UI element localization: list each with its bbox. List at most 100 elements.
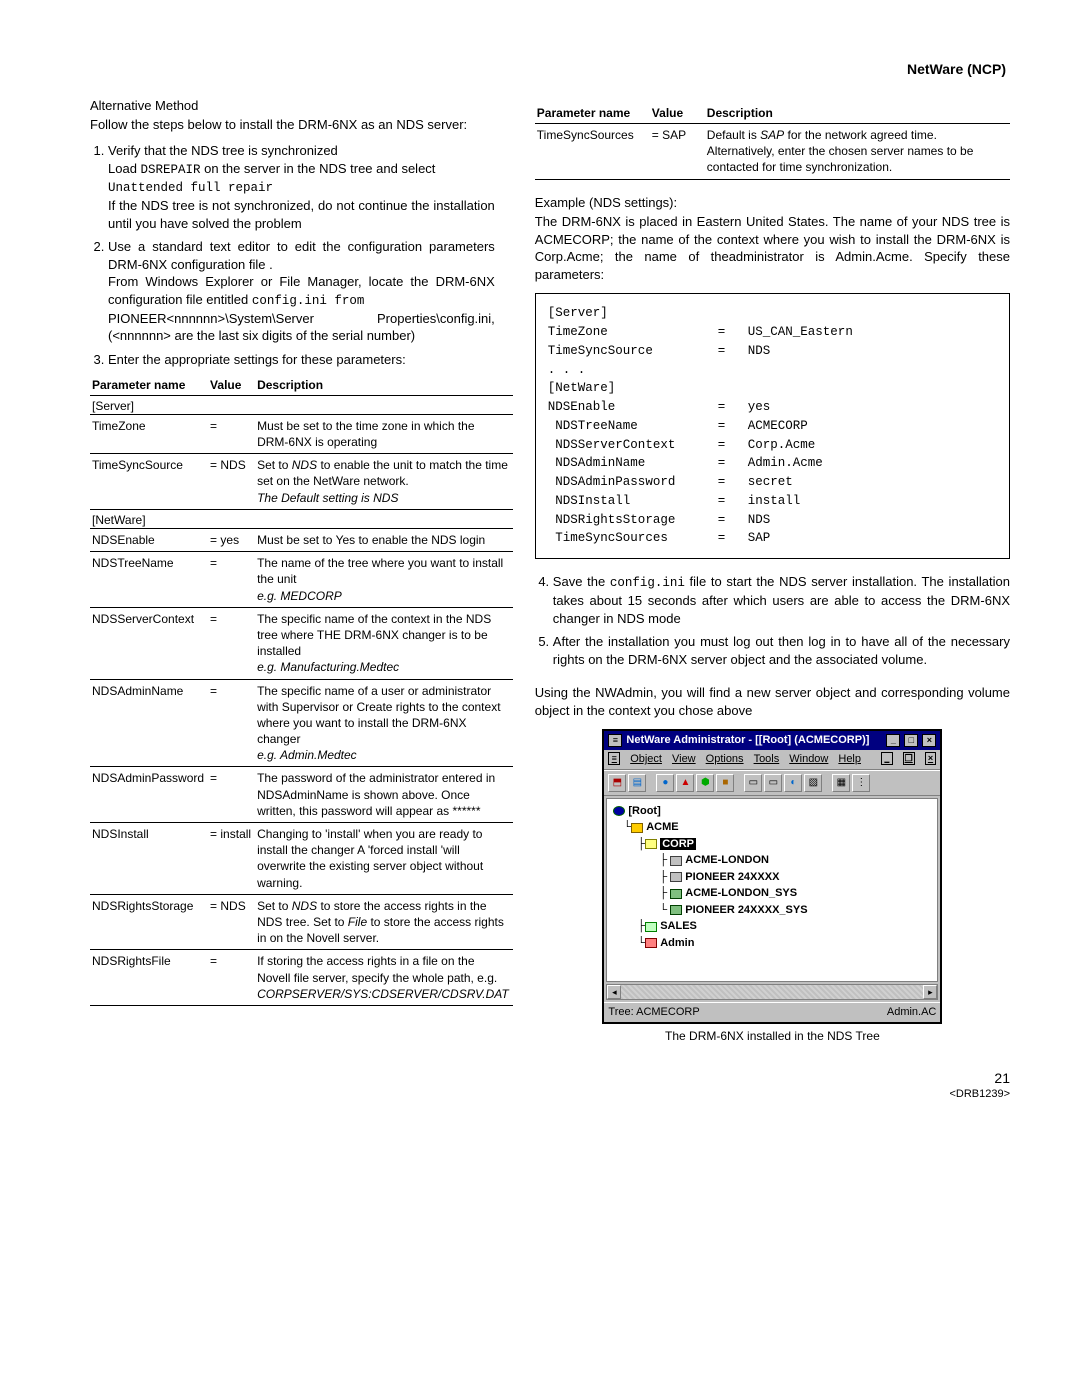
scroll-right-icon[interactable]: ▸ — [923, 985, 937, 999]
menu-tools[interactable]: Tools — [754, 752, 780, 767]
example-value: secret — [748, 473, 997, 492]
child-restore-icon[interactable]: ❐ — [903, 752, 915, 765]
row-ndstreename: NDSTreeName = The name of the tree where… — [90, 552, 513, 608]
toolbar-btn[interactable]: ⬒ — [608, 774, 626, 792]
step-2c: PIONEER<nnnnnn>\System\Server Properties… — [108, 311, 495, 344]
volume-icon — [670, 905, 682, 915]
row-timesyncsources: TimeSyncSources = SAP Default is SAP for… — [535, 124, 1010, 180]
row-ndsinstall: NDSInstall = install Changing to 'instal… — [90, 823, 513, 895]
step-1-line2-post: on the server in the NDS tree and select — [201, 161, 436, 176]
example-equals: = — [718, 492, 748, 511]
toolbar-btn[interactable]: ▤ — [628, 774, 646, 792]
desc-part: The specific name of the context in the … — [257, 612, 491, 658]
example-value: Admin.Acme — [748, 454, 997, 473]
example-key: NDSRightsStorage — [548, 511, 718, 530]
child-system-menu-icon[interactable]: ≡ — [608, 752, 620, 765]
example-row: TimeSyncSources=SAP — [548, 529, 997, 548]
menu-object[interactable]: Object — [630, 752, 662, 767]
doc-id: <DRB1239> — [90, 1087, 1010, 1102]
tree-item[interactable]: ├ PIONEER 24XXXX — [613, 869, 931, 886]
cell-name: NDSTreeName — [90, 552, 208, 608]
minimize-icon[interactable]: _ — [886, 734, 900, 747]
cell-desc: The specific name of a user or administr… — [255, 679, 513, 767]
scroll-track[interactable] — [621, 985, 923, 999]
nwa-titlebar: ≡ NetWare Administrator - [[Root] (ACMEC… — [604, 731, 940, 750]
tree-item[interactable]: └ PIONEER 24XXXX_SYS — [613, 902, 931, 919]
cell-desc: Set to NDS to enable the unit to match t… — [255, 454, 513, 510]
child-minimize-icon[interactable]: _ — [881, 752, 893, 765]
scroll-left-icon[interactable]: ◂ — [607, 985, 621, 999]
example-value: ACMECORP — [748, 417, 997, 436]
desc-italic: File — [348, 915, 367, 929]
row-timesyncsource: TimeSyncSource = NDS Set to NDS to enabl… — [90, 454, 513, 510]
toolbar-btn[interactable]: ▲ — [676, 774, 694, 792]
install-steps-cont: Save the config.ini file to start the ND… — [535, 573, 1010, 668]
toolbar-btn[interactable]: ◐ — [784, 774, 802, 792]
menu-view[interactable]: View — [672, 752, 696, 767]
nwa-hscrollbar[interactable]: ◂ ▸ — [606, 984, 938, 1000]
tree-root[interactable]: [Root] — [613, 803, 931, 820]
cell-desc: The password of the administrator entere… — [255, 767, 513, 823]
tree-org[interactable]: └ACME — [613, 819, 931, 836]
left-param-table: Parameter name Value Description [Server… — [90, 375, 513, 1006]
system-menu-icon[interactable]: ≡ — [608, 734, 622, 747]
example-heading: Example (NDS settings): — [535, 194, 1010, 212]
tree-usr-label: Admin — [660, 937, 694, 949]
cell-val: = — [208, 950, 255, 1006]
ex-sect-netware: [NetWare] — [548, 379, 997, 398]
menu-window[interactable]: Window — [789, 752, 828, 767]
tree-grp[interactable]: ├SALES — [613, 918, 931, 935]
toolbar-btn[interactable]: ▭ — [764, 774, 782, 792]
tree-item[interactable]: ├ ACME-LONDON_SYS — [613, 885, 931, 902]
example-equals: = — [718, 323, 748, 342]
example-value: US_CAN_Eastern — [748, 323, 997, 342]
toolbar-btn[interactable]: ■ — [716, 774, 734, 792]
maximize-icon[interactable]: □ — [904, 734, 918, 747]
tree-org-label: ACME — [646, 821, 678, 833]
menu-help[interactable]: Help — [838, 752, 861, 767]
toolbar-btn[interactable]: ⬢ — [696, 774, 714, 792]
step-4: Save the config.ini file to start the ND… — [553, 573, 1010, 627]
server-icon — [670, 872, 682, 882]
toolbar-btn[interactable]: ⋮ — [852, 774, 870, 792]
desc-italic: e.g. Manufacturing.Medtec — [257, 660, 399, 674]
example-key: NDSServerContext — [548, 436, 718, 455]
nwa-tree[interactable]: [Root] └ACME ├CORP ├ ACME-LONDON ├ PIONE… — [606, 798, 938, 983]
th-desc: Description — [255, 375, 513, 396]
example-value: install — [748, 492, 997, 511]
example-settings-box: [Server] TimeZone=US_CAN_EasternTimeSync… — [535, 293, 1010, 559]
close-icon[interactable]: × — [922, 734, 936, 747]
step-2: Use a standard text editor to edit the c… — [108, 238, 495, 345]
desc-italic: e.g. MEDCORP — [257, 589, 342, 603]
tree-usr[interactable]: └Admin — [613, 935, 931, 952]
desc-italic: NDS — [292, 899, 317, 913]
toolbar-btn[interactable]: ▧ — [804, 774, 822, 792]
cell-desc: If storing the access rights in a file o… — [255, 950, 513, 1006]
example-row: NDSAdminName=Admin.Acme — [548, 454, 997, 473]
toolbar-btn[interactable]: ▦ — [832, 774, 850, 792]
tree-item[interactable]: ├ ACME-LONDON — [613, 852, 931, 869]
org-icon — [631, 823, 643, 833]
row-ndsadminpassword: NDSAdminPassword = The password of the a… — [90, 767, 513, 823]
status-user: Admin.AC — [887, 1005, 937, 1020]
toolbar-btn[interactable]: ▭ — [744, 774, 762, 792]
toolbar-btn[interactable]: ● — [656, 774, 674, 792]
cell-name: NDSEnable — [90, 529, 208, 552]
cell-val: = SAP — [650, 124, 705, 180]
child-close-icon[interactable]: × — [925, 752, 937, 765]
th-value: Value — [208, 375, 255, 396]
menu-options[interactable]: Options — [706, 752, 744, 767]
row-ndsenable: NDSEnable = yes Must be set to Yes to en… — [90, 529, 513, 552]
example-key: NDSTreeName — [548, 417, 718, 436]
config-ini-cmd: config.ini from — [252, 294, 365, 308]
dsrepair-cmd: DSREPAIR — [141, 163, 201, 177]
tree-item-label: ACME-LONDON_SYS — [685, 887, 797, 899]
tree-root-label: [Root] — [628, 805, 660, 817]
tree-ou-corp[interactable]: ├CORP — [613, 836, 931, 853]
desc-part: The specific name of a user or administr… — [257, 684, 500, 747]
cell-val: = — [208, 552, 255, 608]
page-footer: 21 <DRB1239> — [90, 1069, 1010, 1103]
tree-grp-label: SALES — [660, 920, 697, 932]
example-equals: = — [718, 342, 748, 361]
row-ndsadminname: NDSAdminName = The specific name of a us… — [90, 679, 513, 767]
